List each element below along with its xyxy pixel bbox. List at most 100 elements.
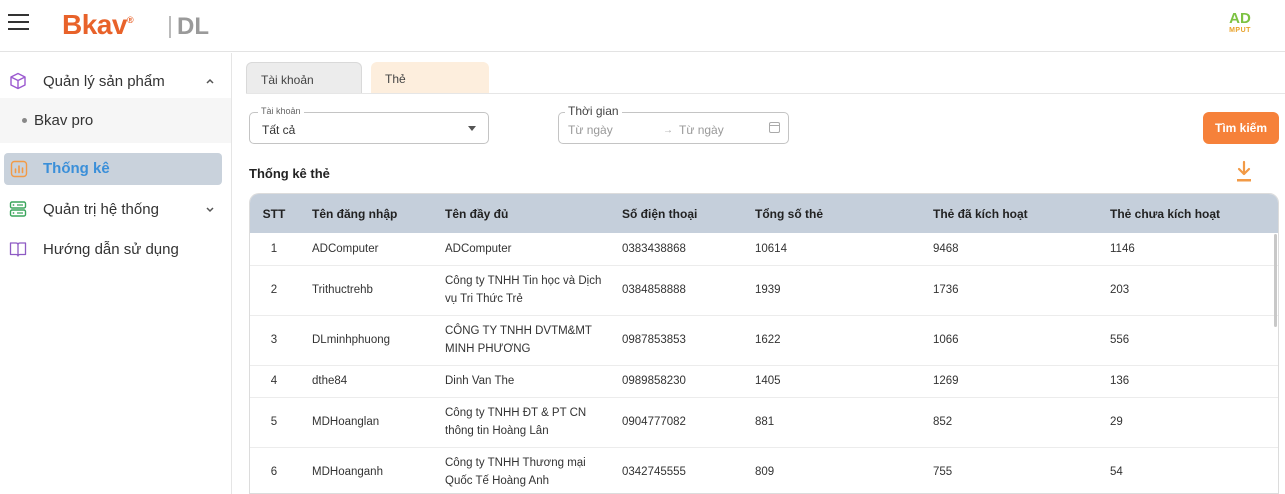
sidebar-item-statistics[interactable]: Thống kê: [4, 153, 222, 185]
cell-total: 1939: [741, 265, 919, 316]
cell-phone: 0383438868: [608, 233, 741, 266]
cell-activated: 852: [919, 397, 1096, 448]
cell-fullname: Công ty TNHH Thương mại Quốc Tế Hoàng Anh: [431, 447, 608, 493]
cell-fullname-line: Quốc Tế Hoàng Anh: [445, 475, 549, 487]
menu-icon[interactable]: [8, 14, 29, 32]
cell-stt: 2: [250, 265, 298, 316]
cell-fullname: Công ty TNHH Tin học và Dịch vụ Tri Thức …: [431, 265, 608, 316]
col-header-phone: Số điện thoại: [622, 206, 698, 221]
book-icon: [9, 240, 27, 258]
table-row[interactable]: 5 MDHoanglan Công ty TNHH ĐT & PT CN thông …: [250, 397, 1278, 448]
cell-username: ADComputer: [298, 233, 431, 266]
tab-account[interactable]: Tài khoản: [246, 62, 362, 94]
cell-stt: 1: [250, 233, 298, 266]
cell-fullname-line: Công ty TNHH Tin học và Dịch: [445, 275, 602, 287]
table-row[interactable]: 3 DLminhphuong CÔNG TY TNHH DVTM&MT MINH PH…: [250, 315, 1278, 366]
download-icon[interactable]: [1235, 160, 1253, 184]
cell-total: 809: [741, 447, 919, 493]
cell-total: 10614: [741, 233, 919, 266]
cell-phone: 0989858230: [608, 365, 741, 398]
cell-username: MDHoanglan: [298, 397, 431, 448]
badge-bottom: MPUT: [1229, 27, 1251, 34]
table-row[interactable]: 4 dthe84 Dinh Van The 0989858230 1405 1269 136: [250, 365, 1278, 398]
cell-fullname: Dinh Van The: [431, 365, 608, 398]
table-header-row: STT Tên đăng nhập Tên đầy đủ Số điện tho…: [250, 194, 1278, 233]
sidebar-item-label: Hướng dẫn sử dụng: [43, 240, 179, 258]
date-from-input[interactable]: Từ ngày: [568, 123, 648, 137]
cell-not-activated: 136: [1096, 365, 1278, 398]
table-row[interactable]: 6 MDHoanganh Công ty TNHH Thương mại Quốc T…: [250, 447, 1278, 493]
sidebar-item-system-admin[interactable]: Quản trị hệ thống: [0, 192, 231, 226]
cell-not-activated: 203: [1096, 265, 1278, 316]
cell-fullname-line: vụ Tri Thức Trẻ: [445, 293, 523, 305]
chevron-up-icon: [205, 76, 215, 86]
search-button[interactable]: Tìm kiếm: [1203, 112, 1279, 144]
admput-logo: AD MPUT: [1224, 11, 1256, 37]
sidebar-item-label: Bkav pro: [34, 112, 94, 129]
cell-fullname-line: ADComputer: [445, 242, 512, 255]
card-stats-table: STT Tên đăng nhập Tên đầy đủ Số điện tho…: [249, 193, 1279, 494]
cell-stt: 6: [250, 447, 298, 493]
cell-activated: 1066: [919, 315, 1096, 366]
chart-icon: [10, 160, 28, 178]
col-header-fullname: Tên đầy đủ: [445, 206, 509, 221]
col-header-username: Tên đăng nhập: [312, 206, 398, 221]
cell-fullname-line: thông tin Hoàng Lân: [445, 425, 549, 437]
cell-fullname: CÔNG TY TNHH DVTM&MT MINH PHƯƠNG: [431, 315, 608, 366]
table-scrollbar[interactable]: [1274, 234, 1277, 327]
col-header-stt: STT: [262, 206, 286, 221]
cell-stt: 4: [250, 365, 298, 398]
logo-registered: ®: [126, 15, 134, 25]
cell-not-activated: 556: [1096, 315, 1278, 366]
cell-total: 881: [741, 397, 919, 448]
tab-divider: [246, 93, 1285, 94]
sidebar-item-label: Thống kê: [43, 160, 110, 177]
section-title: Thống kê thẻ: [249, 166, 330, 181]
bullet-icon: [22, 118, 27, 123]
calendar-icon[interactable]: [769, 122, 780, 133]
cell-total: 1622: [741, 315, 919, 366]
tab-card[interactable]: Thẻ: [371, 62, 489, 94]
cell-total: 1405: [741, 365, 919, 398]
logo-text: Bkav: [62, 9, 127, 40]
cell-activated: 755: [919, 447, 1096, 493]
cube-icon: [9, 72, 27, 90]
cell-fullname-line: Dinh Van The: [445, 375, 515, 387]
col-header-not-activated: Thẻ chưa kích hoạt: [1110, 206, 1221, 221]
account-select-value: Tất cả: [262, 123, 296, 137]
table-row[interactable]: 1 ADComputer ADComputer 0383438868 10614 9468…: [250, 233, 1278, 266]
cell-activated: 1269: [919, 365, 1096, 398]
main-content: Tài khoản Thẻ Tài khoản Tất cả Thời gian…: [233, 53, 1285, 494]
cell-username: MDHoanganh: [298, 447, 431, 493]
sidebar-item-user-guide[interactable]: Hướng dẫn sử dụng: [0, 232, 231, 266]
chevron-down-icon: [205, 204, 215, 214]
dropdown-arrow-icon: [468, 126, 476, 131]
cell-activated: 1736: [919, 265, 1096, 316]
cell-fullname-line: Công ty TNHH Thương mại: [445, 457, 586, 469]
sidebar-item-product-management[interactable]: Quản lý sản phẩm: [0, 64, 231, 98]
cell-fullname: ADComputer: [431, 233, 608, 266]
sidebar-item-label: Quản lý sản phẩm: [43, 72, 165, 90]
badge-top: AD: [1229, 10, 1251, 27]
bkav-logo[interactable]: Bkav®: [62, 9, 134, 41]
date-range-legend: Thời gian: [565, 104, 622, 118]
cell-fullname-line: MINH PHƯƠNG: [445, 343, 531, 355]
col-header-total: Tổng số thẻ: [755, 206, 823, 221]
table-row[interactable]: 2 Trithuctrehb Công ty TNHH Tin học và Dịc…: [250, 265, 1278, 316]
account-select-legend: Tài khoản: [258, 106, 304, 116]
sidebar-item-label: Quản trị hệ thống: [43, 200, 159, 218]
cell-stt: 5: [250, 397, 298, 448]
date-range-picker[interactable]: Thời gian Từ ngày → Từ ngày: [558, 104, 789, 144]
arrow-right-icon: →: [663, 125, 673, 136]
server-icon: [9, 200, 27, 218]
date-to-input[interactable]: Từ ngày: [679, 123, 759, 137]
cell-username: dthe84: [298, 365, 431, 398]
cell-fullname-line: CÔNG TY TNHH DVTM&MT: [445, 325, 592, 337]
account-select[interactable]: Tài khoản Tất cả: [249, 106, 489, 144]
cell-phone: 0384858888: [608, 265, 741, 316]
sidebar-item-bkav-pro[interactable]: Bkav pro: [0, 98, 231, 143]
cell-stt: 3: [250, 315, 298, 366]
cell-not-activated: 29: [1096, 397, 1278, 448]
logo-dl: DL: [177, 13, 209, 40]
cell-username: DLminhphuong: [298, 315, 431, 366]
